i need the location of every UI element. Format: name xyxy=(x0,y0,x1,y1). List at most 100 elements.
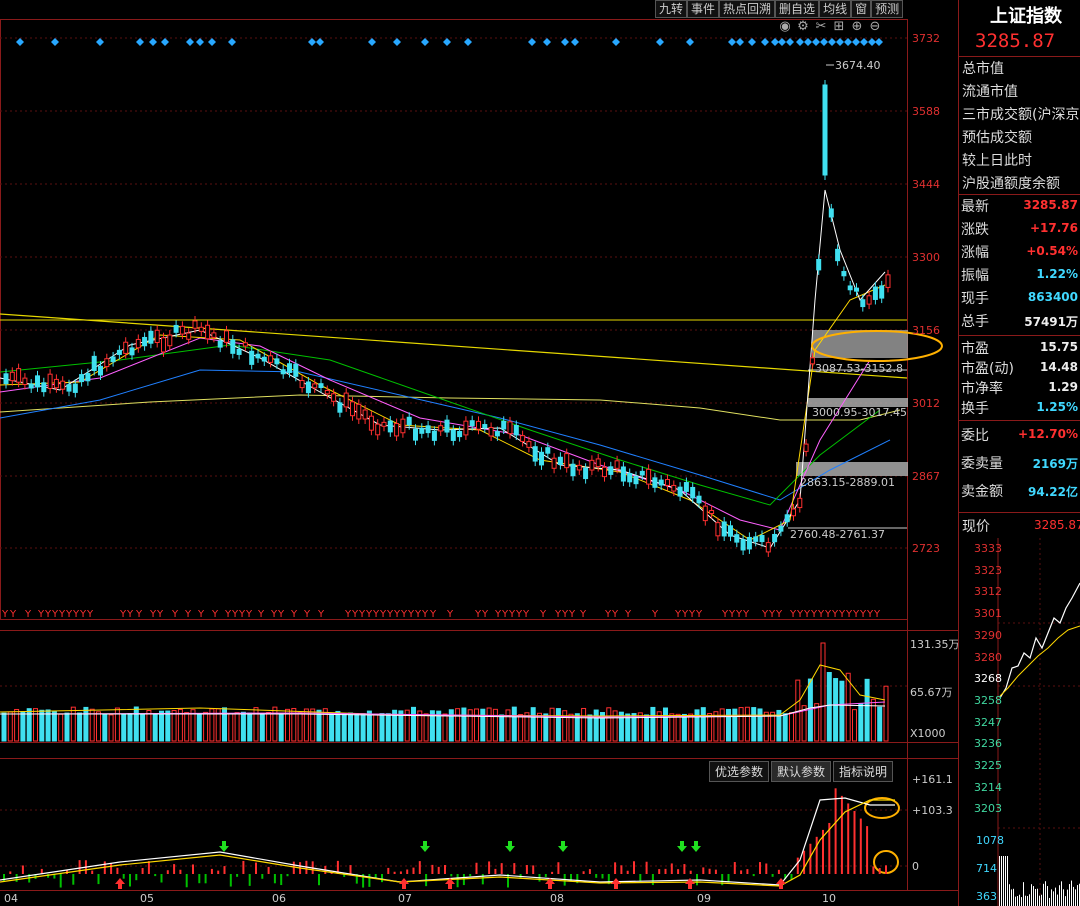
jiuzhuan-button[interactable]: 九转 xyxy=(655,0,688,18)
scissors-icon[interactable]: ✂ xyxy=(814,19,828,34)
mini-volume-bar xyxy=(1061,881,1062,906)
candle-body xyxy=(217,340,223,348)
candle-body xyxy=(116,349,122,355)
candle-body xyxy=(665,479,670,486)
events-button[interactable]: 事件 xyxy=(687,0,720,18)
indicator-bar xyxy=(192,864,194,874)
mini-volume-bar xyxy=(1065,896,1066,906)
y-signal: Y xyxy=(810,609,818,620)
volume-bar xyxy=(688,713,694,742)
volume-bar xyxy=(297,712,303,742)
stat-value: 3285.87 xyxy=(1023,198,1078,212)
indicator-bar xyxy=(740,870,743,874)
candle-body xyxy=(822,84,828,176)
tab-indicator-help[interactable]: 指标说明 xyxy=(833,761,894,782)
hotspot-replay-button[interactable]: 热点回溯 xyxy=(719,0,776,18)
indicator-bar xyxy=(834,788,837,874)
mini-price-tick: 3268 xyxy=(974,672,1002,686)
indicator-bar xyxy=(135,874,138,881)
indicator-bar xyxy=(866,826,869,874)
candle-body xyxy=(671,484,677,492)
volume-bar xyxy=(140,714,146,742)
y-signal: Y xyxy=(721,609,729,620)
stat-label: 市盈 xyxy=(961,341,989,357)
indicator-bar xyxy=(185,874,188,888)
volume-bar xyxy=(751,707,757,742)
price-tick: 2723 xyxy=(912,542,940,555)
stat-value: 57491万 xyxy=(1024,315,1078,329)
info-total-cap: 总市值 xyxy=(962,61,1004,77)
candle-body xyxy=(557,456,563,465)
zoom-in-icon[interactable]: ⊕ xyxy=(850,19,864,34)
candle-body xyxy=(3,373,9,385)
y-signal: Y xyxy=(303,609,311,620)
signal-diamond xyxy=(786,38,794,46)
volume-bar xyxy=(373,713,379,742)
volume-bar xyxy=(152,713,158,742)
stat-row: 总手 57491万 xyxy=(958,310,1080,333)
y-signal: Y xyxy=(24,609,32,620)
zoom-out-icon[interactable]: ⊖ xyxy=(868,19,882,34)
y-signal: Y xyxy=(579,609,587,620)
volume-bar xyxy=(360,713,366,742)
candle-body xyxy=(450,429,456,441)
y-signal: Y xyxy=(65,609,73,620)
candle-body xyxy=(350,401,355,417)
candle-body xyxy=(394,423,400,437)
candle-body xyxy=(324,389,330,395)
signal-diamond xyxy=(812,38,820,46)
volume-bar xyxy=(354,713,360,742)
indicator-bar xyxy=(21,865,24,874)
y-signal: Y xyxy=(695,609,703,620)
indicator-bar xyxy=(677,869,680,874)
stat-value: 94.22亿 xyxy=(1028,485,1078,499)
indicator-bar xyxy=(431,864,434,874)
moving-average-button[interactable]: 均线 xyxy=(819,0,852,18)
y-signal: Y xyxy=(803,609,811,620)
stat-value: 15.75 xyxy=(1040,340,1078,354)
indicator-bar xyxy=(872,866,875,874)
mini-volume-bar xyxy=(1071,880,1072,906)
indicator-bar xyxy=(853,811,856,874)
month-label: 10 xyxy=(822,892,836,905)
y-signal: Y xyxy=(358,609,366,620)
tab-default-params[interactable]: 默认参数 xyxy=(771,761,832,782)
volume-bar xyxy=(738,707,744,742)
signal-diamond xyxy=(308,38,316,46)
indicator-bar xyxy=(242,860,245,874)
volume-bar xyxy=(77,712,83,742)
indicator-bar xyxy=(714,869,717,874)
volume-tick-mid: 65.67万 xyxy=(910,686,953,699)
y-signal: Y xyxy=(379,609,387,620)
remove-watchlist-button[interactable]: 删自选 xyxy=(775,0,820,18)
y-signal: Y xyxy=(728,609,736,620)
stat-row: 涨跌 +17.76 xyxy=(958,218,1080,241)
mini-price-tick: 3214 xyxy=(974,780,1002,794)
month-label: 09 xyxy=(697,892,711,905)
volume-bar xyxy=(612,710,618,742)
y-signal: Y xyxy=(501,609,509,620)
candle-body xyxy=(205,324,211,340)
volume-bar xyxy=(474,708,479,742)
window-button[interactable]: 窗 xyxy=(851,0,872,18)
settings-icon[interactable]: ⚙ xyxy=(796,19,810,34)
grid-icon[interactable]: ⊞ xyxy=(832,19,846,34)
stat-row: 委卖量 2169万 xyxy=(958,452,1080,480)
forecast-button[interactable]: 预测 xyxy=(871,0,904,18)
candle-body xyxy=(9,371,15,382)
indicator-bar xyxy=(639,874,642,882)
candle-body xyxy=(803,443,809,452)
divider xyxy=(958,56,1080,57)
signal-diamond xyxy=(736,38,744,46)
y-signal: Y xyxy=(446,609,454,620)
buy-arrow xyxy=(399,878,409,889)
tab-preferred-params[interactable]: 优选参数 xyxy=(709,761,770,782)
stat-label: 总手 xyxy=(961,314,989,330)
stat-value: 1.22% xyxy=(1036,267,1078,281)
candle-body xyxy=(551,457,557,469)
indicator-bar xyxy=(450,874,453,877)
indicator-bar xyxy=(110,863,113,874)
indicator-bar xyxy=(488,861,491,874)
month-label: 07 xyxy=(398,892,412,905)
eye-icon[interactable]: ◉ xyxy=(778,19,792,34)
